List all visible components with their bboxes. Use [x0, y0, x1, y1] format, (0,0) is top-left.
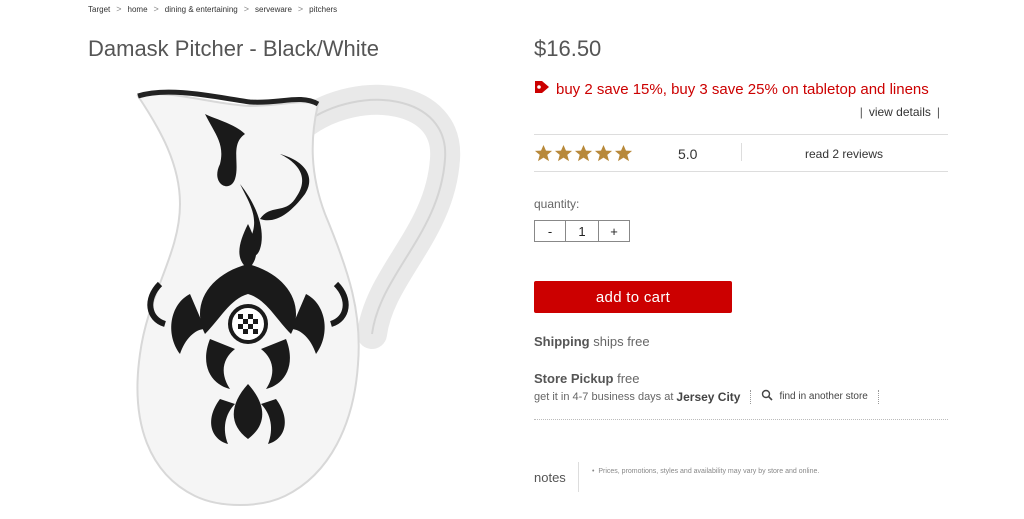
- notes-text: • Prices, promotions, styles and availab…: [592, 468, 820, 475]
- shipping-text: ships free: [593, 334, 650, 349]
- quantity-stepper: - 1 +: [534, 220, 630, 242]
- star-rating[interactable]: [534, 144, 633, 163]
- store-name-link[interactable]: Jersey City: [676, 390, 740, 404]
- price-tag-icon: [534, 80, 550, 98]
- star-icon: [614, 144, 633, 162]
- find-another-store-link[interactable]: find in another store: [761, 389, 868, 404]
- magnifier-icon: [761, 389, 774, 404]
- breadcrumb-separator: >: [243, 4, 249, 14]
- divider: [741, 143, 742, 161]
- divider: [534, 134, 948, 135]
- breadcrumb-separator: >: [297, 4, 304, 14]
- breadcrumb-pitchers[interactable]: pitchers: [309, 5, 337, 14]
- quantity-decrement-button[interactable]: -: [535, 221, 566, 241]
- pickup-availability: get it in 4-7 business days at Jersey Ci…: [534, 389, 889, 404]
- breadcrumb-home[interactable]: home: [128, 5, 148, 14]
- shipping-label: Shipping: [534, 334, 590, 349]
- promo-banner[interactable]: buy 2 save 15%, buy 3 save 25% on tablet…: [534, 80, 929, 98]
- read-reviews-link[interactable]: read 2 reviews: [805, 147, 883, 161]
- view-details-label: view details: [868, 105, 931, 119]
- promo-text: buy 2 save 15%, buy 3 save 25% on tablet…: [556, 80, 929, 98]
- store-pickup-info: Store Pickup free: [534, 371, 640, 386]
- view-details-link[interactable]: | view details |: [854, 105, 946, 119]
- rating-value: 5.0: [678, 146, 698, 162]
- breadcrumb: Target > home > dining & entertaining > …: [88, 4, 337, 14]
- breadcrumb-dining[interactable]: dining & entertaining: [165, 5, 238, 14]
- shipping-info: Shipping ships free: [534, 334, 650, 349]
- star-icon: [594, 144, 613, 162]
- breadcrumb-serveware[interactable]: serveware: [255, 5, 292, 14]
- divider: [534, 171, 948, 172]
- notes-label: notes: [534, 470, 566, 485]
- find-store-label: find in another store: [779, 391, 868, 402]
- star-icon: [574, 144, 593, 162]
- damask-pitcher-image: [136, 84, 461, 506]
- store-pickup-text: free: [617, 371, 640, 386]
- divider: [578, 462, 579, 492]
- quantity-label: quantity:: [534, 197, 580, 211]
- product-price: $16.50: [534, 36, 602, 61]
- quantity-input[interactable]: 1: [566, 221, 598, 241]
- product-title: Damask Pitcher - Black/White: [88, 36, 379, 61]
- star-icon: [534, 144, 553, 162]
- breadcrumb-target[interactable]: Target: [88, 5, 110, 14]
- quantity-increment-button[interactable]: +: [598, 221, 629, 241]
- product-image[interactable]: [110, 84, 470, 514]
- pickup-prefix: get it in 4-7 business days at: [534, 390, 674, 403]
- store-pickup-label: Store Pickup: [534, 371, 614, 386]
- star-icon: [554, 144, 573, 162]
- add-to-cart-button[interactable]: add to cart: [534, 281, 732, 313]
- breadcrumb-separator: >: [116, 4, 122, 14]
- breadcrumb-separator: >: [153, 4, 159, 14]
- divider: [534, 419, 948, 420]
